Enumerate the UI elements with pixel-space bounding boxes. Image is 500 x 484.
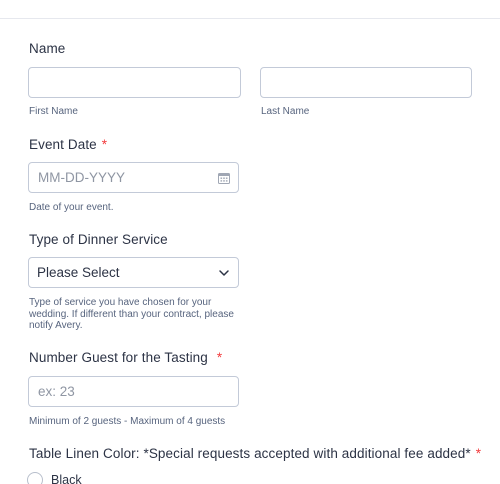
dinner-service-sublabel: Type of service you have chosen for your… [29, 297, 234, 332]
first-name-input[interactable] [28, 67, 241, 98]
event-date-sublabel: Date of your event. [29, 202, 114, 213]
event-date-label-text: Event Date [29, 137, 97, 152]
linen-black-label[interactable]: Black [51, 473, 82, 484]
linen-black-radio[interactable] [27, 472, 43, 484]
guest-tasting-label: Number Guest for the Tasting * [29, 350, 222, 365]
guest-tasting-placeholder: ex: 23 [38, 384, 75, 399]
required-mark: * [101, 137, 108, 152]
section-divider [0, 18, 500, 19]
guest-tasting-sublabel: Minimum of 2 guests - Maximum of 4 guest… [29, 416, 226, 427]
linen-color-label-text: Table Linen Color: *Special requests acc… [29, 446, 471, 461]
dinner-service-sublabel-line: wedding. If different than your contract… [29, 308, 234, 320]
name-label: Name [29, 41, 66, 56]
calendar-icon[interactable] [218, 172, 230, 184]
guest-tasting-label-text: Number Guest for the Tasting [29, 350, 208, 365]
dinner-service-sublabel-line: notify Avery. [29, 320, 83, 331]
required-mark: * [216, 350, 223, 365]
event-date-label: Event Date * [29, 137, 107, 152]
dinner-service-selected: Please Select [37, 265, 120, 280]
dinner-service-label: Type of Dinner Service [29, 232, 168, 247]
event-date-placeholder: MM-DD-YYYY [38, 170, 125, 185]
first-name-sublabel: First Name [29, 106, 78, 117]
chevron-down-icon [219, 270, 229, 276]
last-name-sublabel: Last Name [261, 106, 310, 117]
last-name-input[interactable] [260, 67, 472, 98]
dinner-service-sublabel-line: Type of service you have chosen for your [29, 297, 212, 308]
dinner-service-select[interactable]: Please Select [28, 257, 239, 288]
linen-color-label: Table Linen Color: *Special requests acc… [29, 446, 481, 461]
event-date-input[interactable]: MM-DD-YYYY [28, 162, 239, 193]
guest-tasting-input[interactable]: ex: 23 [28, 376, 239, 407]
required-mark: * [475, 446, 482, 461]
